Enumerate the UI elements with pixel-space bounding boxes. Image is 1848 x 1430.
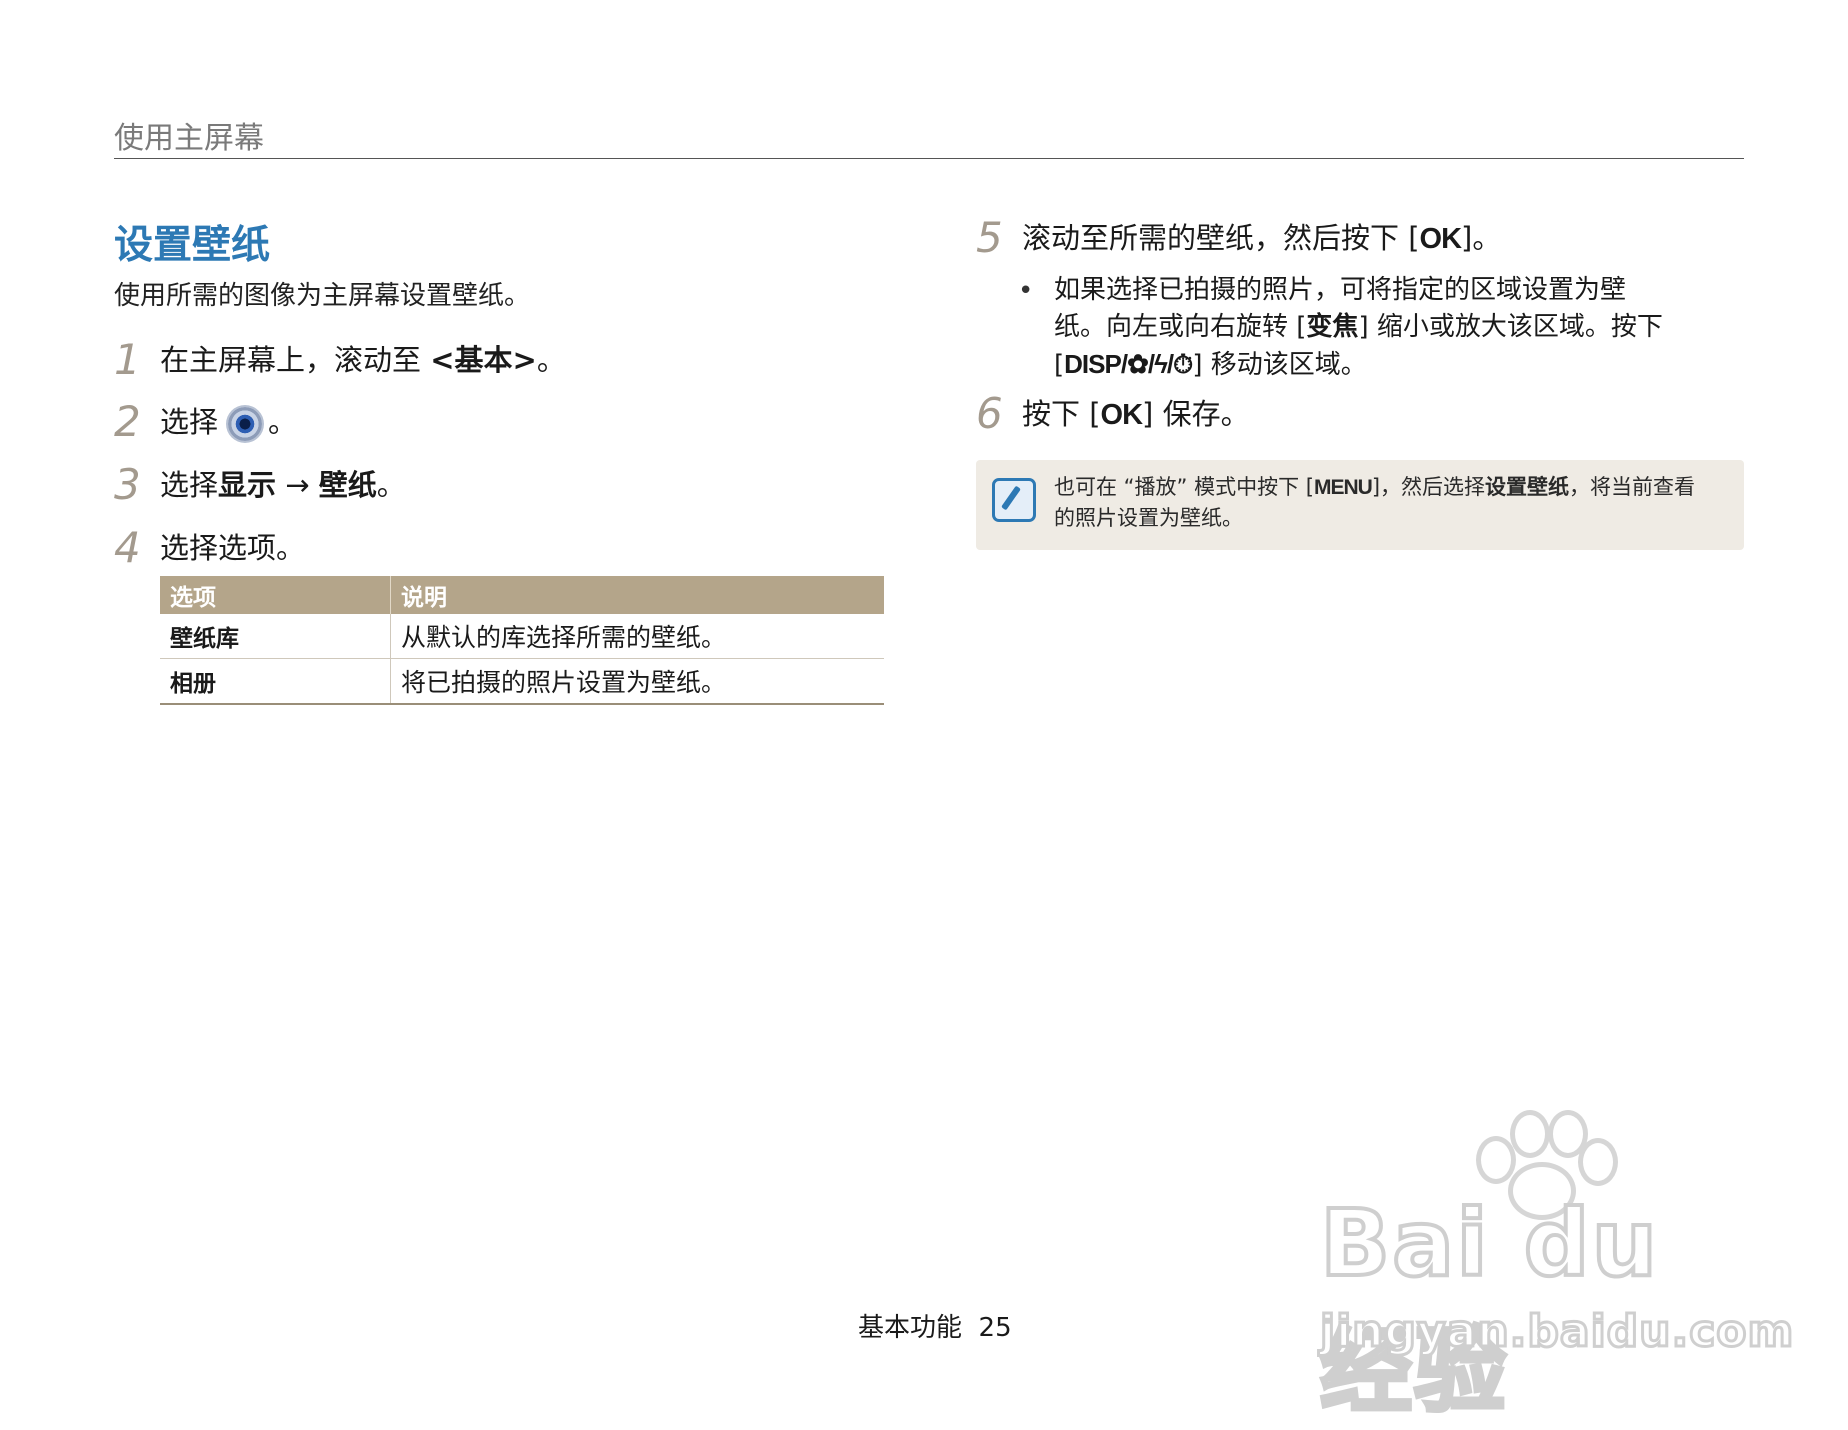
step-2: 2 选择。 [114, 394, 297, 450]
step-1: 1 在主屏幕上，滚动至 <基本>。 [114, 332, 566, 388]
page-number: 25 [978, 1313, 1012, 1343]
table-row: 壁纸库 从默认的库选择所需的壁纸。 [160, 614, 884, 659]
step-6: 6 按下 [OK] 保存。 [976, 386, 1250, 442]
step-4: 4 选择选项。 [114, 520, 305, 576]
table-cell-description: 从默认的库选择所需的壁纸。 [390, 614, 884, 659]
step-5: 5 滚动至所需的壁纸，然后按下 [OK]。 [976, 210, 1501, 266]
table-header-row: 选项 说明 [160, 576, 884, 614]
table-row: 相册 将已拍摄的照片设置为壁纸。 [160, 658, 884, 705]
step-number: 6 [976, 389, 1003, 438]
table-cell-option: 壁纸库 [160, 614, 391, 659]
options-table: 选项 说明 壁纸库 从默认的库选择所需的壁纸。 相册 将已拍摄的照片设置为壁纸。 [160, 576, 884, 705]
table-cell-description: 将已拍摄的照片设置为壁纸。 [390, 658, 884, 705]
baidu-watermark: Bai du 经验 jingyan.baidu.com [1318, 1110, 1795, 1427]
section-title: 设置壁纸 [114, 223, 271, 268]
table-cell-option: 相册 [160, 658, 391, 705]
step-number: 1 [114, 335, 141, 384]
step-number: 4 [114, 523, 141, 572]
column-header-option: 选项 [160, 576, 391, 614]
step-text: 选择显示 → 壁纸。 [160, 468, 406, 502]
column-header-description: 说明 [390, 576, 884, 614]
step-number: 2 [114, 397, 141, 446]
section-intro: 使用所需的图像为主屏幕设置壁纸。 [114, 281, 531, 311]
note-pencil-icon [992, 478, 1036, 522]
left-column: 设置壁纸 使用所需的图像为主屏幕设置壁纸。 1 在主屏幕上，滚动至 <基本>。 … [114, 216, 884, 705]
settings-gear-icon [228, 407, 263, 441]
footer-section: 基本功能 [858, 1313, 963, 1343]
page-header: 使用主屏幕 [114, 114, 1744, 159]
step-number: 3 [114, 460, 141, 509]
note-text: 也可在 “播放” 模式中按下 [MENU]，然后选择设置壁纸，将当前查看 的照片… [1054, 475, 1696, 530]
note-box: 也可在 “播放” 模式中按下 [MENU]，然后选择设置壁纸，将当前查看 的照片… [976, 460, 1744, 550]
step-text: 按下 [OK] 保存。 [1022, 396, 1250, 431]
step-5-bullet: • 如果选择已拍摄的照片，可将指定的区域设置为壁 纸。向左或向右旋转 [变焦] … [1018, 272, 1718, 384]
step-text: 选择选项。 [160, 531, 306, 565]
step-text: 滚动至所需的壁纸，然后按下 [OK]。 [1022, 220, 1502, 255]
page-footer: 基本功能 25 [858, 1307, 1012, 1344]
step-text: 在主屏幕上，滚动至 <基本>。 [160, 343, 566, 377]
bullet-text: 如果选择已拍摄的照片，可将指定的区域设置为壁 纸。向左或向右旋转 [变焦] 缩小… [1054, 275, 1663, 380]
step-text: 选择。 [160, 405, 298, 441]
step-3: 3 选择显示 → 壁纸。 [114, 457, 406, 513]
header-title: 使用主屏幕 [114, 121, 264, 156]
step-number: 5 [976, 213, 1003, 262]
bullet-dot: • [1018, 276, 1034, 306]
watermark-url: jingyan.baidu.com [1318, 1305, 1795, 1359]
